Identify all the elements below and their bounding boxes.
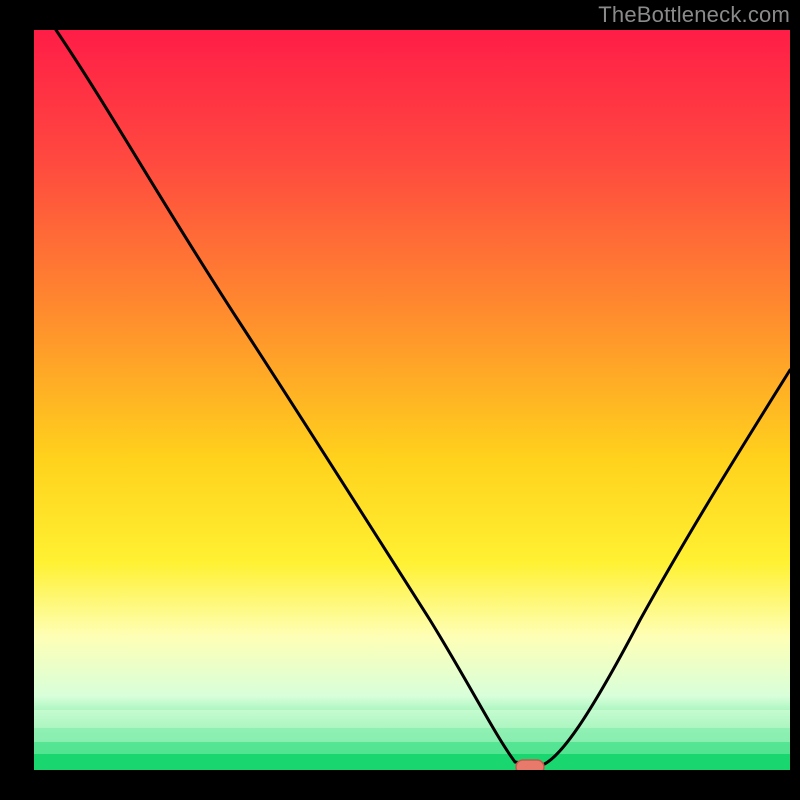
- left-border: [0, 0, 34, 800]
- bottom-bands: [34, 710, 790, 770]
- bottom-border: [0, 770, 800, 800]
- plot-gradient-bg: [34, 30, 790, 770]
- watermark-text: TheBottleneck.com: [598, 2, 790, 28]
- chart-frame: TheBottleneck.com: [0, 0, 800, 800]
- chart-svg: [0, 0, 800, 800]
- right-border: [790, 0, 800, 800]
